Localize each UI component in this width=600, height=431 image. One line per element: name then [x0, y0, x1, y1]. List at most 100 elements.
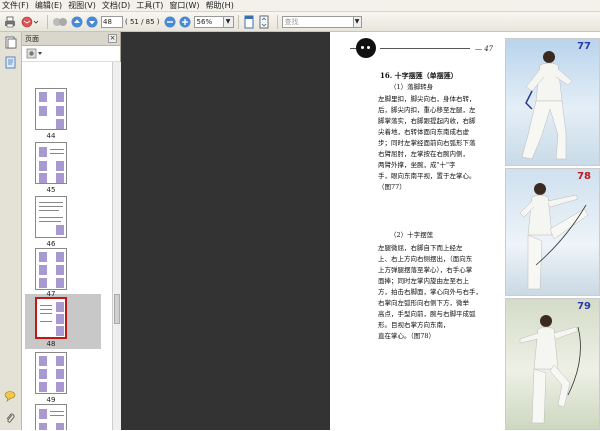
- thumbnail-text-line: [39, 210, 59, 211]
- figure-photo: 77: [505, 38, 600, 166]
- header-rule: [380, 48, 470, 49]
- hand-tool-button[interactable]: [52, 14, 68, 30]
- bookmarks-icon[interactable]: [4, 56, 17, 69]
- thumbnail-figure: [56, 265, 64, 275]
- scrollbar-thumb[interactable]: [114, 294, 120, 324]
- comments-icon[interactable]: [4, 390, 17, 403]
- document-page: — 47 16. 十字摆莲（单摆莲） （1）落脚转身 左脚里扣，脚尖向右，身体右…: [330, 32, 600, 430]
- thumbnail-figure: [39, 409, 47, 419]
- next-page-button[interactable]: [86, 14, 98, 30]
- menu-bar: 文件(F) 编辑(E) 视图(V) 文档(D) 工具(T) 窗口(W) 帮助(H…: [0, 0, 600, 12]
- page-thumbnail[interactable]: [35, 404, 67, 430]
- menu-window[interactable]: 窗口(W): [169, 0, 199, 11]
- attachment-icon[interactable]: [4, 412, 17, 425]
- thumbnail-figure: [56, 119, 64, 129]
- pages-icon[interactable]: [4, 36, 17, 49]
- zoom-out-button[interactable]: [164, 14, 176, 30]
- menu-edit[interactable]: 编辑(E): [35, 0, 62, 11]
- thumbnail-scrollbar[interactable]: [112, 62, 121, 430]
- toolbar-separator: [276, 14, 278, 29]
- page-thumbnail-selected[interactable]: [35, 297, 67, 339]
- figure-number: 79: [577, 301, 591, 312]
- thumbnail-figure: [56, 356, 64, 366]
- search-dropdown-button[interactable]: ▼: [353, 15, 362, 28]
- paragraph: 左脚里扣，脚尖向右，身体右转， 后，脚尖内扣，重心移至左腿，左 脚掌落实，右脚跟…: [378, 95, 476, 191]
- page-thumbnail[interactable]: [35, 352, 67, 394]
- thumbnail-figure: [39, 382, 47, 392]
- mail-icon: [21, 16, 39, 27]
- thumbnail-text-line: [40, 305, 52, 306]
- print-button[interactable]: [3, 14, 17, 30]
- zoom-in-button[interactable]: [179, 14, 191, 30]
- menu-tools[interactable]: 工具(T): [136, 0, 163, 11]
- single-page-button[interactable]: [243, 14, 255, 30]
- toolbar-separator: [47, 14, 48, 29]
- thumbnail-figure: [56, 106, 64, 116]
- thumbnail-figure: [56, 302, 64, 312]
- thumbnail-figure: [56, 382, 64, 392]
- thumbnail-figure: [39, 161, 47, 171]
- figure-number: 78: [577, 171, 591, 182]
- thumbnail-figure: [39, 278, 47, 288]
- page-thumbnail[interactable]: [35, 88, 67, 130]
- figure-number: 77: [577, 41, 591, 52]
- menu-file[interactable]: 文件(F): [2, 0, 29, 11]
- page-header-ornament: [356, 38, 376, 58]
- thumbnail-text-line: [50, 411, 64, 412]
- prev-page-button[interactable]: [71, 14, 83, 30]
- page-thumbnail[interactable]: [35, 142, 67, 184]
- thumbnail-text-line: [40, 313, 52, 314]
- menu-view[interactable]: 视图(V): [68, 0, 96, 11]
- thumbnail-figure: [56, 252, 64, 262]
- thumbnail-label: 46: [46, 240, 56, 248]
- navigation-strip: [0, 32, 22, 430]
- thumbnail-text-line: [50, 149, 64, 150]
- thumbnail-figure: [39, 265, 47, 275]
- page-thumbnail[interactable]: [35, 248, 67, 290]
- thumbnail-figure: [56, 161, 64, 171]
- options-icon[interactable]: [26, 48, 44, 59]
- fit-page-button[interactable]: [258, 14, 270, 30]
- thumbnail-text-line: [39, 221, 61, 222]
- subsection-heading: （2）十字摆莲: [390, 231, 434, 239]
- print-icon: [5, 16, 15, 27]
- search-input[interactable]: 查找: [281, 15, 354, 28]
- thumbnail-figure: [56, 326, 64, 336]
- thumbnail-figure: [56, 278, 64, 288]
- email-button[interactable]: [20, 14, 40, 30]
- figure-photo: 79: [505, 298, 600, 430]
- menu-help[interactable]: 帮助(H): [206, 0, 234, 11]
- arrow-up-icon: [71, 16, 83, 27]
- thumbnail-figure: [56, 423, 64, 430]
- page-thumbnails: 44 45 46 47 48 49: [22, 62, 112, 430]
- toolbar: 48 ( 51 / 85 ) 56% ▼ 查找 ▼: [0, 12, 600, 32]
- thumbnail-text-line: [39, 217, 63, 218]
- arrow-down-icon: [86, 16, 98, 27]
- page-count-label: ( 51 / 85 ): [125, 17, 160, 26]
- thumbnail-figure: [39, 92, 47, 102]
- thumbnail-label: 44: [46, 132, 56, 140]
- menu-document[interactable]: 文档(D): [102, 0, 130, 11]
- panel-close-button[interactable]: ×: [108, 34, 117, 43]
- document-canvas-background: [121, 32, 330, 430]
- thumbnail-text-line: [40, 309, 52, 310]
- thumbnail-figure: [39, 173, 47, 183]
- panel-options: [22, 46, 120, 62]
- thumbnail-text-line: [50, 153, 64, 154]
- zoom-level-input[interactable]: 56%: [193, 15, 224, 28]
- fit-page-icon: [259, 15, 269, 28]
- minus-icon: [164, 16, 176, 27]
- pages-panel: 页面 × 44 45 46 47 48 49: [22, 32, 121, 430]
- paragraph: 左腿微屈，右脚自下而上经左 上、右上方向右侧摆出，（面向东 上方弹腿摆落至掌心）…: [378, 244, 482, 340]
- thumbnail-figure: [39, 423, 47, 430]
- pages-panel-title: 页面: [25, 34, 39, 43]
- thumbnail-figure: [56, 369, 64, 379]
- page-number-input[interactable]: 48: [101, 15, 123, 28]
- thumbnail-figure: [39, 356, 47, 366]
- zoom-dropdown-button[interactable]: ▼: [223, 15, 234, 28]
- thumbnail-label: 45: [46, 186, 56, 194]
- page-thumbnail[interactable]: [35, 196, 67, 238]
- thumbnail-text-line: [40, 321, 52, 322]
- thumbnail-figure: [56, 225, 64, 235]
- thumbnail-figure: [56, 92, 64, 102]
